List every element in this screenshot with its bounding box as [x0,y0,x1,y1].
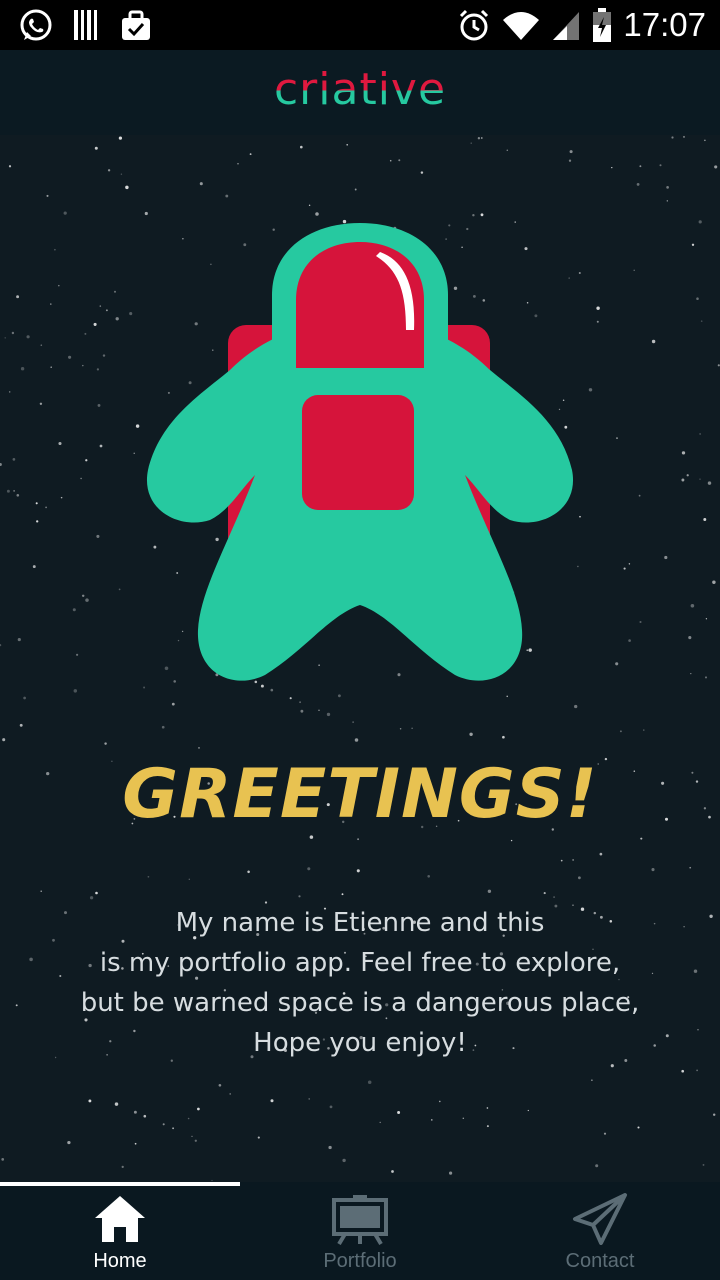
home-icon [95,1196,145,1242]
barcode-icon [74,10,97,40]
astronaut-illustration [146,223,574,681]
easel-icon [332,1195,388,1245]
tab-home-label: Home [93,1250,147,1272]
status-time: 17:07 [623,6,706,43]
tab-portfolio[interactable]: Portfolio [240,1182,480,1280]
wifi-icon [503,12,540,40]
whatsapp-icon [20,9,52,41]
tab-contact[interactable]: Contact [480,1182,720,1280]
bottom-tab-bar: Home Portfolio Contact [0,1182,720,1280]
paper-plane-icon [573,1193,627,1245]
battery-icon [593,8,612,42]
signal-icon [553,12,580,40]
app-header: criative [0,50,720,135]
tab-portfolio-label: Portfolio [323,1250,397,1272]
intro-line: Hope you enjoy! [253,1028,467,1058]
tab-home[interactable]: Home [0,1182,240,1280]
briefcase-icon [122,10,150,40]
status-bar: 17:07 [0,0,720,50]
intro-line: My name is Etienne and this [175,908,545,938]
intro-text: My name is Etienne and this is my portfo… [60,903,660,1063]
app-logo: criative [273,64,447,115]
alarm-icon [460,9,489,41]
intro-line: but be warned space is a dangerous place… [80,988,640,1018]
home-content: GREETINGS! My name is Etienne and this i… [0,135,720,1182]
intro-line: is my portfolio app. Feel free to explor… [99,948,621,978]
greeting-title: GREETINGS! [122,755,598,834]
tab-contact-label: Contact [565,1250,635,1272]
